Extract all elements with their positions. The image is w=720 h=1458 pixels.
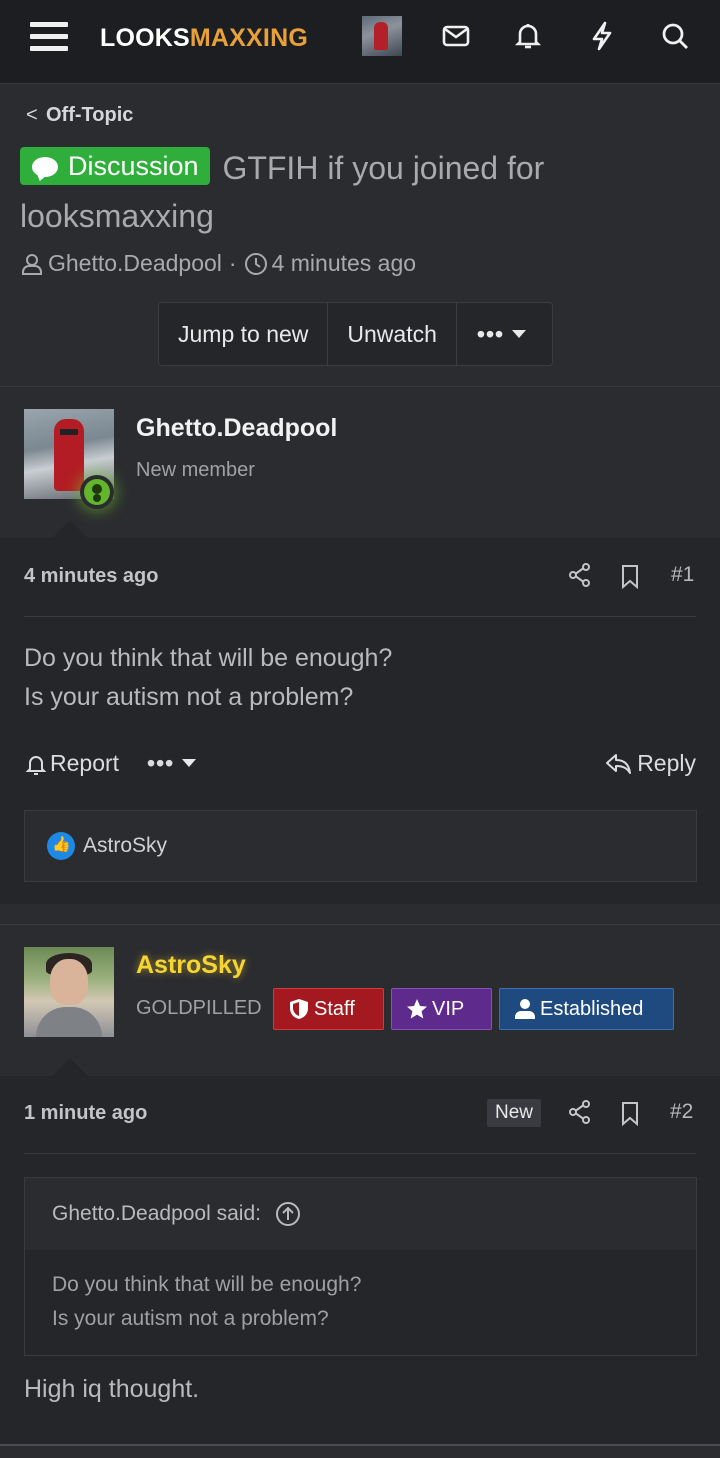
- prefix-label: Discussion: [68, 151, 199, 181]
- meta-separator: ·: [228, 250, 237, 276]
- reply-label: Reply: [637, 750, 696, 776]
- quote-author: Ghetto.Deadpool said:: [52, 1202, 261, 1225]
- breadcrumb-label: Off-Topic: [46, 104, 134, 126]
- post-more-button[interactable]: •••: [147, 750, 197, 777]
- logo-text-part1: LOOKS: [100, 24, 190, 52]
- share-icon[interactable]: [567, 1099, 593, 1125]
- vip-badge: VIP: [391, 988, 492, 1030]
- online-status-icon: [80, 475, 114, 509]
- reaction-user-list[interactable]: AstroSky: [83, 834, 167, 858]
- post-username[interactable]: AstroSky: [136, 951, 246, 980]
- user-avatar-astrosky[interactable]: [24, 947, 114, 1037]
- divider: [24, 616, 696, 617]
- bell-icon[interactable]: [512, 20, 544, 52]
- user-icon: [515, 999, 535, 1019]
- message-line: Do you think that will be enough?: [24, 644, 393, 672]
- mail-icon[interactable]: [440, 20, 472, 52]
- more-dots-label: •••: [476, 321, 505, 347]
- more-options-button[interactable]: •••: [457, 303, 552, 365]
- arrow-up-circle-icon[interactable]: [275, 1201, 301, 1227]
- more-dots-label: •••: [147, 750, 175, 776]
- quote-content: Do you think that will be enough? Is you…: [25, 1250, 696, 1355]
- user-icon: [22, 253, 42, 275]
- caret-down-icon: [512, 330, 527, 338]
- post-user-title: New member: [136, 459, 255, 481]
- thread-button-group: Jump to new Unwatch •••: [158, 302, 554, 366]
- bell-icon: [25, 755, 47, 775]
- established-badge: Established: [499, 988, 674, 1030]
- post-timestamp[interactable]: 4 minutes ago: [24, 565, 158, 588]
- badge-label: VIP: [432, 998, 465, 1020]
- thread-time[interactable]: 4 minutes ago: [272, 250, 416, 277]
- discussion-prefix-badge[interactable]: Discussion: [20, 147, 210, 185]
- logo-text-part2: MAXXING: [189, 24, 308, 52]
- menu-icon[interactable]: [30, 22, 68, 52]
- chevron-left-icon: <: [26, 104, 38, 126]
- staff-badge: Staff: [273, 988, 384, 1030]
- breadcrumb[interactable]: < Off-Topic: [26, 104, 133, 127]
- bookmark-icon[interactable]: [617, 1100, 643, 1127]
- quote-header[interactable]: Ghetto.Deadpool said:: [25, 1178, 696, 1250]
- like-icon: [47, 832, 75, 860]
- thread-title: Discussion GTFIH if you joined for looks…: [20, 144, 680, 240]
- unwatch-button[interactable]: Unwatch: [328, 303, 457, 365]
- reactions-bar[interactable]: AstroSky: [24, 810, 697, 882]
- post-actions: Report •••: [24, 750, 197, 777]
- reply-button[interactable]: Reply: [605, 750, 696, 777]
- user-avatar[interactable]: [362, 16, 402, 56]
- bottom-bar: [0, 1444, 720, 1458]
- new-post-badge: New: [487, 1099, 542, 1127]
- post-timestamp[interactable]: 1 minute ago: [24, 1102, 147, 1125]
- bookmark-icon[interactable]: [617, 563, 643, 590]
- caret-down-icon: [182, 759, 197, 767]
- lightning-icon[interactable]: [586, 20, 618, 52]
- share-icon[interactable]: [567, 562, 593, 588]
- badge-label: Established: [540, 998, 644, 1020]
- divider: [24, 1153, 696, 1154]
- jump-to-new-button[interactable]: Jump to new: [159, 303, 329, 365]
- post-message: High iq thought.: [24, 1375, 200, 1403]
- user-block-pointer: [52, 520, 88, 538]
- post-username[interactable]: Ghetto.Deadpool: [136, 414, 337, 443]
- site-logo[interactable]: LOOKSMAXXING: [100, 24, 308, 53]
- top-navigation-bar: LOOKSMAXXING: [0, 0, 720, 84]
- report-button[interactable]: Report: [50, 750, 119, 777]
- post-number[interactable]: #2: [670, 1100, 693, 1124]
- quote-block: Ghetto.Deadpool said: Do you think that …: [24, 1177, 697, 1356]
- search-icon[interactable]: [659, 20, 691, 52]
- message-line: Is your autism not a problem?: [24, 683, 354, 711]
- post-number[interactable]: #1: [671, 563, 694, 587]
- badge-label: Staff: [314, 998, 355, 1020]
- star-icon: [407, 999, 427, 1019]
- quote-line: Is your autism not a problem?: [52, 1307, 329, 1330]
- quote-line: Do you think that will be enough?: [52, 1273, 362, 1296]
- clock-icon: [244, 252, 267, 275]
- thread-author-link[interactable]: Ghetto.Deadpool: [48, 250, 222, 277]
- user-block-pointer: [52, 1058, 88, 1076]
- post-user-title: GOLDPILLED: [136, 997, 262, 1019]
- chat-bubble-icon: [32, 157, 58, 177]
- shield-icon: [290, 999, 308, 1019]
- post-message: Do you think that will be enough? Is you…: [24, 639, 392, 717]
- thread-meta: Ghetto.Deadpool · 4 minutes ago: [20, 250, 416, 277]
